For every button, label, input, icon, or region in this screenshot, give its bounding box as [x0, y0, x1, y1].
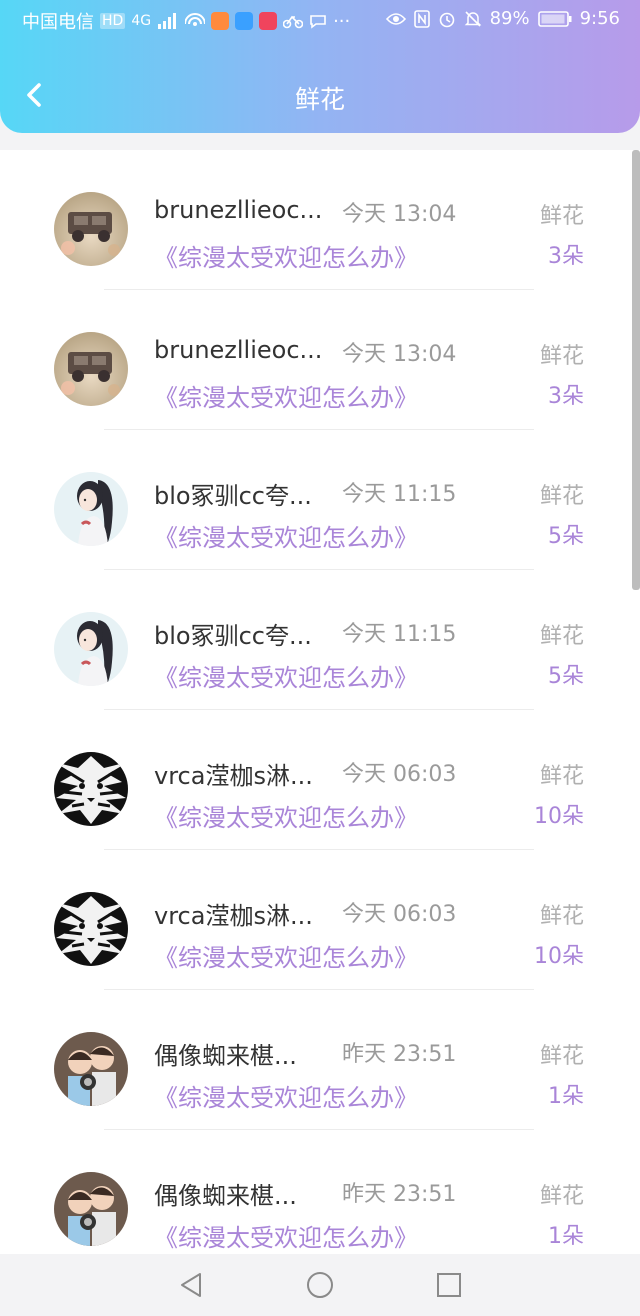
book-title-link[interactable]: 《综漫太受欢迎怎么办》	[154, 1218, 418, 1253]
gift-time: 今天 13:04	[342, 202, 457, 227]
nav-back-icon[interactable]	[176, 1270, 206, 1300]
battery-icon	[537, 10, 572, 27]
nfc-icon	[413, 9, 430, 28]
gift-record-row[interactable]: 偶像蜘来椹... 昨天 23:51 《综漫太受欢迎怎么办》 鲜花 1朵	[0, 990, 640, 1130]
alarm-icon	[439, 12, 454, 27]
username[interactable]: blo冢驯cc夸...	[154, 476, 324, 511]
gift-count: 5朵	[548, 524, 584, 549]
user-avatar[interactable]	[54, 1032, 128, 1106]
gift-record-row[interactable]: brunezllieoc... 今天 13:04 《综漫太受欢迎怎么办》 鲜花 3朵	[0, 150, 640, 290]
book-title-link[interactable]: 《综漫太受欢迎怎么办》	[154, 518, 418, 553]
app-notification-icon	[259, 12, 278, 30]
gift-count: 3朵	[548, 384, 584, 409]
app-notification-icon	[211, 12, 230, 30]
status-bar: 中国电信 HD 4G ··· 89% 9:56	[0, 0, 640, 40]
clock: 9:56	[579, 8, 620, 29]
user-avatar[interactable]	[54, 1172, 128, 1246]
wifi-hotspot-icon	[185, 13, 206, 26]
username[interactable]: blo冢驯cc夸...	[154, 616, 324, 651]
gift-time: 今天 11:15	[342, 622, 457, 647]
gift-type: 鲜花	[539, 624, 584, 649]
book-title-link[interactable]: 《综漫太受欢迎怎么办》	[154, 658, 418, 693]
user-avatar[interactable]	[54, 192, 128, 266]
page-title: 鲜花	[294, 85, 345, 114]
signal-icon	[158, 13, 177, 29]
header-bar: 中国电信 HD 4G ··· 89% 9:56 鲜花	[0, 0, 640, 133]
gift-record-row[interactable]: brunezllieoc... 今天 13:04 《综漫太受欢迎怎么办》 鲜花 3朵	[0, 290, 640, 430]
eye-icon	[385, 12, 406, 25]
user-avatar[interactable]	[54, 612, 128, 686]
gift-type: 鲜花	[539, 1184, 584, 1209]
gift-time: 今天 06:03	[342, 762, 457, 787]
gift-type: 鲜花	[539, 1044, 584, 1069]
username[interactable]: vrca滢枷s淋...	[154, 896, 324, 931]
toy-car-avatar	[54, 332, 128, 406]
username[interactable]: brunezllieoc...	[154, 336, 324, 364]
gift-count: 3朵	[548, 244, 584, 269]
gift-count: 1朵	[548, 1084, 584, 1109]
bike-icon	[283, 15, 304, 29]
gift-type: 鲜花	[539, 904, 584, 929]
gift-record-row[interactable]: blo冢驯cc夸... 今天 11:15 《综漫太受欢迎怎么办》 鲜花 5朵	[0, 430, 640, 570]
user-avatar[interactable]	[54, 752, 128, 826]
nav-home-icon[interactable]	[305, 1270, 335, 1300]
chat-icon	[310, 15, 326, 29]
anime-girl-avatar	[54, 472, 128, 546]
tiger-avatar	[54, 892, 128, 966]
gift-type: 鲜花	[539, 344, 584, 369]
carrier-label: 中国电信	[22, 12, 94, 33]
book-title-link[interactable]: 《综漫太受欢迎怎么办》	[154, 378, 418, 413]
tiger-avatar	[54, 752, 128, 826]
book-title-link[interactable]: 《综漫太受欢迎怎么办》	[154, 938, 418, 973]
gift-record-row[interactable]: 偶像蜘来椹... 昨天 23:51 《综漫太受欢迎怎么办》 鲜花 1朵	[0, 1130, 640, 1254]
gift-time: 昨天 23:51	[342, 1182, 457, 1207]
gift-record-row[interactable]: blo冢驯cc夸... 今天 11:15 《综漫太受欢迎怎么办》 鲜花 5朵	[0, 570, 640, 710]
gift-record-row[interactable]: vrca滢枷s淋... 今天 06:03 《综漫太受欢迎怎么办》 鲜花 10朵	[0, 710, 640, 850]
gift-list[interactable]: brunezllieoc... 今天 13:04 《综漫太受欢迎怎么办》 鲜花 3朵 br…	[0, 150, 640, 1254]
username[interactable]: vrca滢枷s淋...	[154, 756, 324, 791]
anime-girl-avatar	[54, 612, 128, 686]
gift-count: 1朵	[548, 1224, 584, 1249]
user-avatar[interactable]	[54, 892, 128, 966]
scrollbar[interactable]	[632, 150, 640, 590]
book-title-link[interactable]: 《综漫太受欢迎怎么办》	[154, 1078, 418, 1113]
system-nav-bar	[0, 1254, 640, 1316]
nav-recent-icon[interactable]	[434, 1270, 464, 1300]
username[interactable]: brunezllieoc...	[154, 196, 324, 224]
hd-badge: HD	[100, 13, 126, 29]
kids-avatar	[54, 1032, 128, 1106]
gift-time: 今天 06:03	[342, 902, 457, 927]
gift-type: 鲜花	[539, 764, 584, 789]
user-avatar[interactable]	[54, 472, 128, 546]
gift-count: 10朵	[534, 944, 584, 969]
username[interactable]: 偶像蜘来椹...	[154, 1176, 324, 1211]
book-title-link[interactable]: 《综漫太受欢迎怎么办》	[154, 238, 418, 273]
gift-record-row[interactable]: vrca滢枷s淋... 今天 06:03 《综漫太受欢迎怎么办》 鲜花 10朵	[0, 850, 640, 990]
kids-avatar	[54, 1172, 128, 1246]
gift-count: 5朵	[548, 664, 584, 689]
gift-type: 鲜花	[539, 204, 584, 229]
network-type: 4G	[131, 13, 152, 29]
username[interactable]: 偶像蜘来椹...	[154, 1036, 324, 1071]
gift-type: 鲜花	[539, 484, 584, 509]
more-notifications-icon: ···	[333, 10, 351, 32]
gift-time: 今天 11:15	[342, 482, 457, 507]
toy-car-avatar	[54, 192, 128, 266]
app-notification-icon	[235, 12, 254, 30]
battery-percent: 89%	[489, 8, 530, 29]
gift-time: 昨天 23:51	[342, 1042, 457, 1067]
gift-count: 10朵	[534, 804, 584, 829]
gift-time: 今天 13:04	[342, 342, 457, 367]
book-title-link[interactable]: 《综漫太受欢迎怎么办》	[154, 798, 418, 833]
mute-icon	[464, 10, 481, 27]
user-avatar[interactable]	[54, 332, 128, 406]
